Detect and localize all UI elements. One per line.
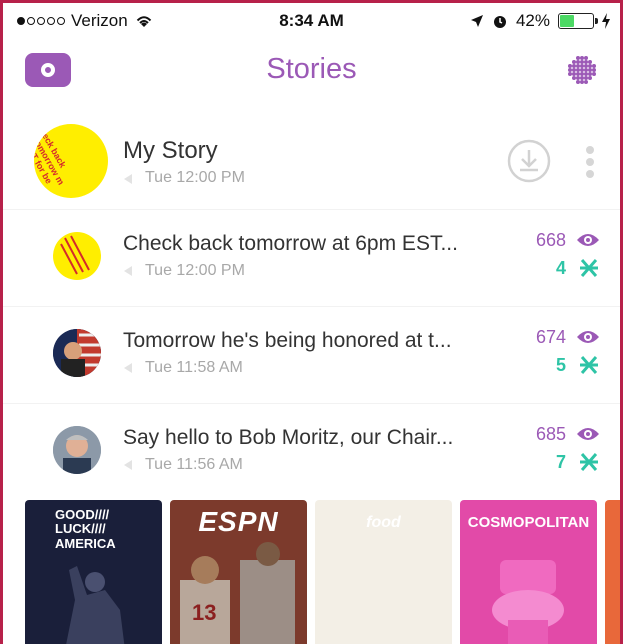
battery-percent: 42% [515,11,550,30]
eye-icon [577,331,599,343]
download-button[interactable] [506,138,552,184]
sent-arrow-icon [124,363,132,373]
discover-tile-cosmopolitan[interactable]: COSMOPOLITAN [460,500,597,644]
svg-text:13: 13 [192,600,216,625]
sent-arrow-icon [124,266,132,276]
my-story-time: Tue 12:00 PM [145,169,245,186]
my-story-avatar: eck back tomorrow m EST for be some acce… [34,124,108,198]
story-title: Check back tomorrow at 6pm EST... [123,232,458,255]
eye-icon [577,428,599,440]
screenshot-icon [580,356,598,374]
story-thumbnail [53,232,101,280]
app-frame: Verizon 8:34 AM 42% Stories eck back tom… [0,0,623,644]
view-count: 674 [535,327,566,347]
status-bar: Verizon 8:34 AM 42% [3,3,620,41]
location-icon [470,15,483,27]
sent-arrow-icon [124,460,132,470]
story-time: Tue 11:56 AM [145,456,243,473]
discover-channels: GOOD//// LUCK//// AMERICA ESPN 13 food C… [25,500,620,644]
discover-tile-good-luck-america[interactable]: GOOD//// LUCK//// AMERICA [25,500,162,644]
discover-tile-espn[interactable]: ESPN 13 [170,500,307,644]
story-title: Tomorrow he's being honored at t... [123,329,452,352]
alarm-icon [493,16,506,28]
story-row[interactable]: Tomorrow he's being honored at t... Tue … [3,306,620,403]
my-story-name: My Story [123,137,218,164]
stories-header: Stories [3,41,620,101]
story-time: Tue 11:58 AM [145,359,243,376]
screenshot-count: 4 [555,258,566,278]
battery-icon [558,13,598,29]
tile-label: food [366,514,401,531]
screenshot-count: 5 [555,355,566,375]
discover-tile-partial[interactable] [605,500,620,644]
eye-icon [577,234,599,246]
view-count: 668 [535,230,566,250]
charging-icon [602,13,610,29]
status-right: 42% [470,11,610,31]
more-options-button[interactable] [585,146,595,178]
view-count: 685 [535,424,566,444]
tile-label: COSMOPOLITAN [467,514,590,531]
story-row[interactable]: Check back tomorrow at 6pm EST... Tue 12… [3,209,620,306]
discover-tile-food[interactable]: food [315,500,452,644]
my-story-row[interactable]: eck back tomorrow m EST for be some acce… [3,113,620,209]
discover-button[interactable] [564,53,600,89]
story-list: Check back tomorrow at 6pm EST... Tue 12… [3,209,620,500]
tile-label: ESPN [198,506,279,537]
avatar-scribble: eck back tomorrow m EST for be some acce… [34,131,68,199]
story-row[interactable]: Say hello to Bob Moritz, our Chair... Tu… [3,403,620,500]
screenshot-icon [580,259,598,277]
page-title: Stories [266,53,357,85]
screenshot-count: 7 [555,452,566,472]
story-thumbnail [53,426,101,474]
sent-arrow-icon [124,174,132,184]
screenshot-icon [580,453,598,471]
story-thumbnail [53,329,101,377]
story-title: Say hello to Bob Moritz, our Chair... [123,426,454,449]
story-time: Tue 12:00 PM [145,262,245,279]
